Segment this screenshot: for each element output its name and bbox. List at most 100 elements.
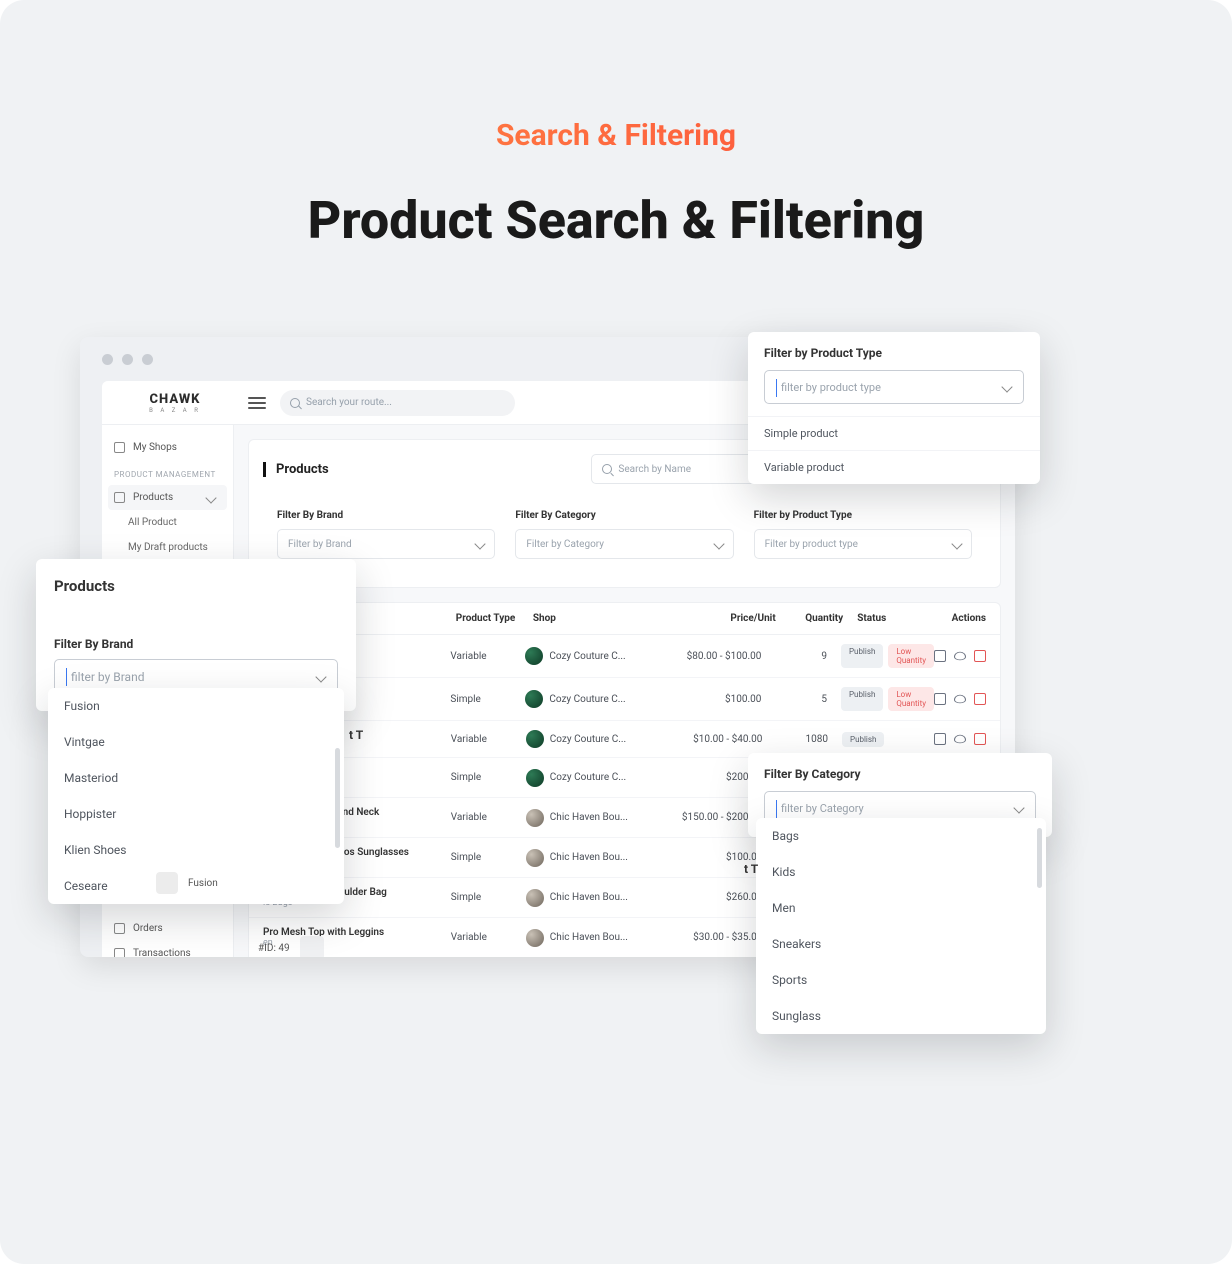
filter-brand-select[interactable]: Filter by Brand [277,529,495,559]
sidebar-item-transactions[interactable]: Transactions [102,941,233,957]
chevron-down-icon [951,538,962,549]
page-headline: Product Search & Filtering [0,190,1232,251]
product-type-cell: Variable [451,734,526,745]
filter-brand-label: Filter By Brand [277,510,495,521]
col-product-type: Product Type [456,613,533,624]
shop-avatar [526,849,544,867]
filter-category-select[interactable]: Filter by Category [515,529,733,559]
col-status: Status [843,613,951,624]
low-quantity-badge: Low Quantity [888,644,934,668]
publish-badge: Publish [841,687,883,711]
route-search-input[interactable]: Search your route... [280,390,515,416]
sidebar-label: All Product [128,517,177,528]
actions-cell [934,733,986,745]
text-cursor [776,800,777,818]
shop-cell: Cozy Couture C... [526,769,657,787]
shop-avatar [526,730,544,748]
filter-ptype-select[interactable]: Filter by product type [754,529,972,559]
low-quantity-badge: Low Quantity [888,687,934,711]
eyebrow-text: Search & Filtering [0,118,1232,153]
chevron-down-icon [475,538,486,549]
product-type-cell: Variable [451,932,526,943]
publish-badge: Publish [842,732,884,747]
brand-option[interactable]: Masteriod [48,760,344,796]
window-controls [102,354,153,365]
category-option[interactable]: Bags [756,818,1046,854]
filter-category-label: Filter By Category [515,510,733,521]
col-quantity[interactable]: Quantity [776,613,843,624]
popover-title: Filter By Category [748,753,1052,791]
product-type-cell: Simple [451,772,526,783]
sidebar-item-products[interactable]: Products [108,485,227,510]
sidebar-item-all-product[interactable]: All Product [102,510,233,535]
edit-icon[interactable] [934,650,946,662]
table-row: Miss Chasegae Simple Cozy Couture C... $… [249,678,1000,721]
actions-cell [934,650,986,662]
ptype-option[interactable]: Simple product [748,416,1040,450]
product-type-cell: Simple [451,892,526,903]
chevron-down-icon [315,671,326,682]
sidebar-label: Products [133,492,199,503]
menu-icon[interactable] [248,397,266,409]
edit-icon[interactable] [934,693,946,705]
brand-option[interactable]: Fusion [48,688,344,724]
filter-brand-placeholder: Filter by Brand [288,539,352,550]
category-option[interactable]: Kids [756,854,1046,890]
brand-option[interactable]: Klien Shoes [48,832,344,868]
status-cell: PublishLow Quantity [827,644,934,668]
category-option[interactable]: Sneakers [756,926,1046,962]
fusion-row-peek: Fusion [156,872,218,894]
sidebar-item-my-shops[interactable]: My Shops [102,435,233,460]
view-icon[interactable] [954,652,966,660]
delete-icon[interactable] [974,733,986,745]
route-search-placeholder: Search your route... [306,397,392,408]
search-icon [602,464,612,474]
category-option[interactable]: Sports [756,962,1046,998]
text-cursor [776,379,777,397]
view-icon[interactable] [954,735,966,743]
price-cell: $30.00 - $35.00 [657,932,762,943]
scrollbar[interactable] [335,748,340,848]
popover-product-type: Filter by Product Type filter by product… [748,332,1040,484]
product-thumb [300,936,324,957]
product-thumb [156,872,178,894]
shop-cell: Chic Haven Bou... [526,889,657,907]
category-placeholder: filter by Category [781,802,864,815]
sidebar-label: Orders [133,923,221,934]
chevron-down-icon [713,538,724,549]
scrollbar[interactable] [1037,828,1042,888]
delete-icon[interactable] [974,693,986,705]
price-cell: $260.00 [657,892,762,903]
view-icon[interactable] [954,695,966,703]
col-price[interactable]: Price/Unit [668,613,776,624]
category-option[interactable]: Men [756,890,1046,926]
col-shop: Shop [533,613,668,624]
category-option[interactable]: Sunglass [756,998,1046,1034]
truncated-text: t T [349,728,363,742]
qty-cell: 1080 [762,734,828,745]
table-header: Product Type Shop Price/Unit Quantity St… [249,603,1000,635]
products-icon [114,492,125,503]
actions-cell [934,693,986,705]
shop-avatar [526,929,544,947]
brand-filter-label: Filter By Brand [36,617,356,659]
price-cell: $10.00 - $40.00 [657,734,762,745]
search-icon [290,398,300,408]
text-cursor [66,668,67,686]
shop-avatar [526,889,544,907]
ptype-option[interactable]: Variable product [748,450,1040,484]
window-dot [102,354,113,365]
chevron-down-icon [1001,381,1012,392]
category-dropdown: Bags Kids Men Sneakers Sports Sunglass [756,818,1046,1034]
search-name-placeholder: Search by Name [618,464,691,475]
brand-option[interactable]: Hoppister [48,796,344,832]
delete-icon[interactable] [974,650,986,662]
brand-option[interactable]: Vintgae [48,724,344,760]
ptype-select[interactable]: filter by product type [764,370,1024,404]
table-row: Monte CarloFashion Variable Cozy Couture… [249,635,1000,678]
status-cell: Publish [828,732,934,747]
sidebar-item-drafts[interactable]: My Draft products [102,535,233,560]
sidebar-item-orders[interactable]: Orders [102,916,233,941]
edit-icon[interactable] [934,733,946,745]
orders-icon [114,923,125,934]
